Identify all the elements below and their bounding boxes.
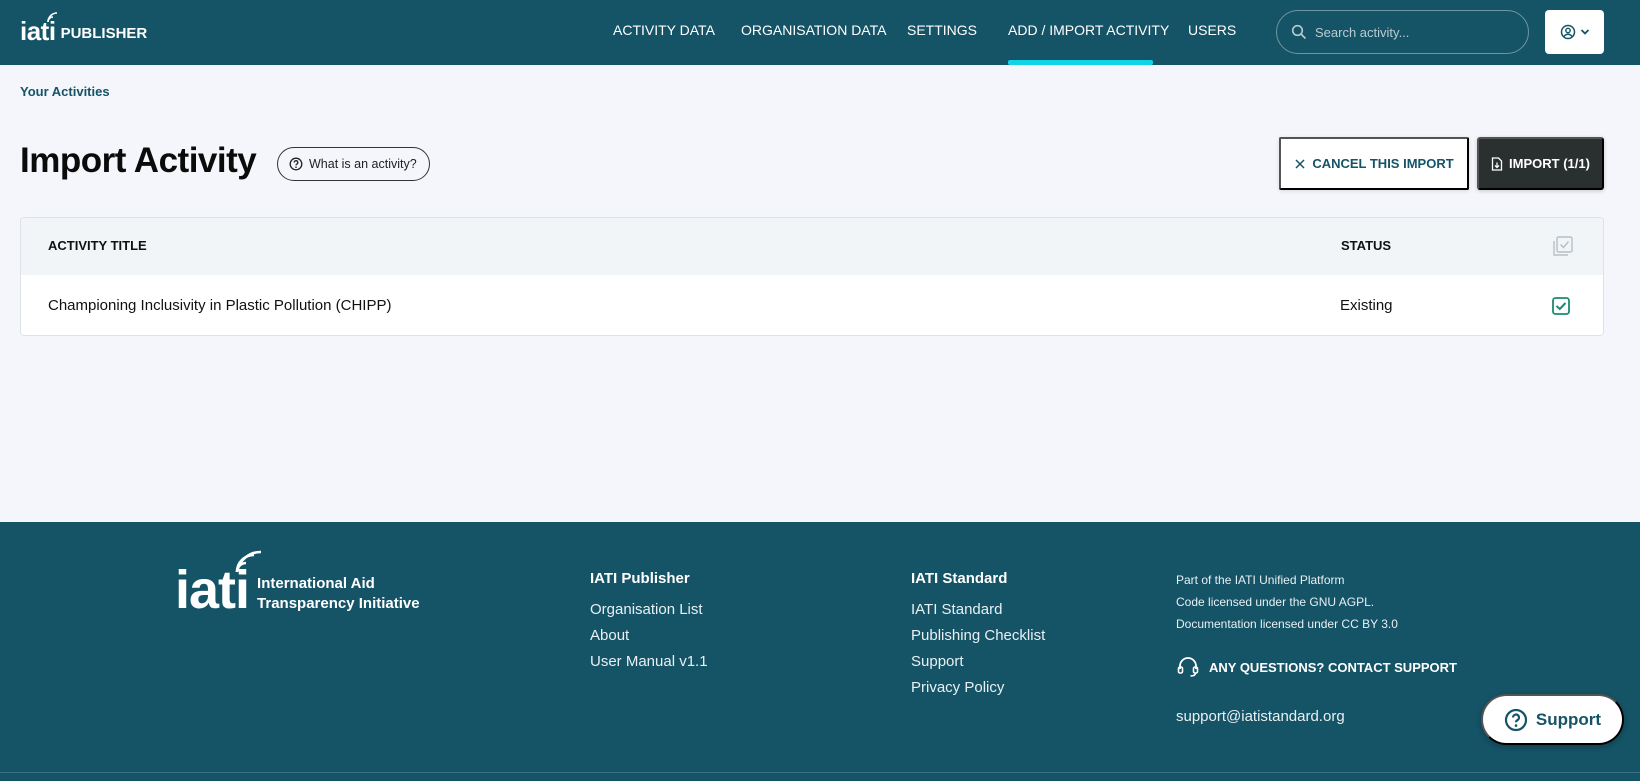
footer-col-publisher: IATI Publisher Organisation List About U… [590,570,708,679]
footer-logo-line2: Transparency Initiative [257,595,420,612]
footer-iati-logo[interactable]: iati International Aid Transparency Init… [175,550,420,617]
footer-meta-line: Part of the IATI Unified Platform [1176,573,1345,587]
contact-support-label: ANY QUESTIONS? CONTACT SUPPORT [1209,659,1457,675]
question-circle-icon [1504,708,1528,731]
footer-col-heading: IATI Publisher [590,570,690,587]
cancel-import-button[interactable]: CANCEL THIS IMPORT [1279,137,1469,190]
footer-logo-line1: International Aid [257,575,375,592]
column-header-activity-title: ACTIVITY TITLE [48,238,147,253]
search-icon [1291,24,1307,40]
signal-arcs-icon [235,550,262,573]
signal-arcs-icon [47,12,58,23]
table-header: ACTIVITY TITLE STATUS [21,218,1603,275]
top-navbar: iati PUBLISHER ACTIVITY DATA ORGANISATIO… [0,0,1640,65]
activity-title-cell: Championing Inclusivity in Plastic Pollu… [48,297,392,314]
status-cell: Existing [1340,297,1393,314]
file-import-icon [1491,156,1503,171]
import-button[interactable]: IMPORT (1/1) [1477,137,1604,190]
nav-add-import-activity[interactable]: ADD / IMPORT ACTIVITY [1008,22,1169,38]
chevron-down-icon [1580,29,1589,35]
iati-publisher-logo[interactable]: iati PUBLISHER [20,12,148,44]
footer-logo-text: International Aid Transparency Initiativ… [257,574,420,614]
page-title: Import Activity [20,141,257,180]
support-email-link[interactable]: support@iatistandard.org [1176,708,1345,725]
footer-link-user-manual[interactable]: User Manual v1.1 [590,653,708,670]
headset-icon [1177,657,1199,677]
footer-link-about[interactable]: About [590,627,708,644]
import-label: IMPORT (1/1) [1509,156,1590,171]
footer-link-publishing-checklist[interactable]: Publishing Checklist [911,627,1045,644]
column-header-status: STATUS [1341,238,1392,253]
support-widget-button[interactable]: Support [1481,694,1624,745]
footer-col-heading: IATI Standard [911,570,1008,587]
logo-text: PUBLISHER [60,25,148,42]
active-nav-indicator [1008,60,1153,65]
footer-col-standard: IATI Standard IATI Standard Publishing C… [911,570,1045,705]
help-label: What is an activity? [309,157,417,171]
footer-license-info: Part of the IATI Unified Platform Code l… [1176,569,1398,635]
breadcrumb-your-activities[interactable]: Your Activities [20,84,110,99]
what-is-activity-button[interactable]: What is an activity? [277,147,430,181]
nav-settings[interactable]: SETTINGS [907,22,977,38]
support-widget-label: Support [1535,709,1602,729]
search-input[interactable] [1315,24,1515,40]
user-circle-icon [1560,24,1575,40]
select-all-checkbox-icon[interactable] [1553,236,1573,256]
footer: iati International Aid Transparency Init… [0,522,1640,781]
footer-link-support[interactable]: Support [911,653,1045,670]
footer-logo-mark: iati [175,550,262,617]
nav-organisation-data[interactable]: ORGANISATION DATA [741,22,886,38]
question-circle-icon [289,157,303,171]
footer-meta-line: Code licensed under the GNU AGPL. [1176,595,1375,609]
user-menu-button[interactable] [1545,10,1604,54]
nav-activity-data[interactable]: ACTIVITY DATA [613,22,715,38]
footer-divider [0,772,1640,773]
row-checkbox-checked-icon[interactable] [1551,296,1571,316]
footer-link-privacy-policy[interactable]: Privacy Policy [911,679,1045,696]
logo-mark: iati [20,12,58,44]
nav-users[interactable]: USERS [1188,22,1236,38]
search-box[interactable] [1276,10,1529,54]
footer-meta-line: Documentation licensed under CC BY 3.0 [1176,617,1398,631]
footer-link-organisation-list[interactable]: Organisation List [590,601,708,618]
footer-link-iati-standard[interactable]: IATI Standard [911,601,1045,618]
close-icon [1295,158,1305,169]
cancel-label: CANCEL THIS IMPORT [1312,156,1454,171]
table-row[interactable]: Championing Inclusivity in Plastic Pollu… [21,275,1603,335]
import-activity-table: ACTIVITY TITLE STATUS Championing Inclus… [20,217,1604,336]
contact-support-link[interactable]: ANY QUESTIONS? CONTACT SUPPORT [1176,655,1457,679]
